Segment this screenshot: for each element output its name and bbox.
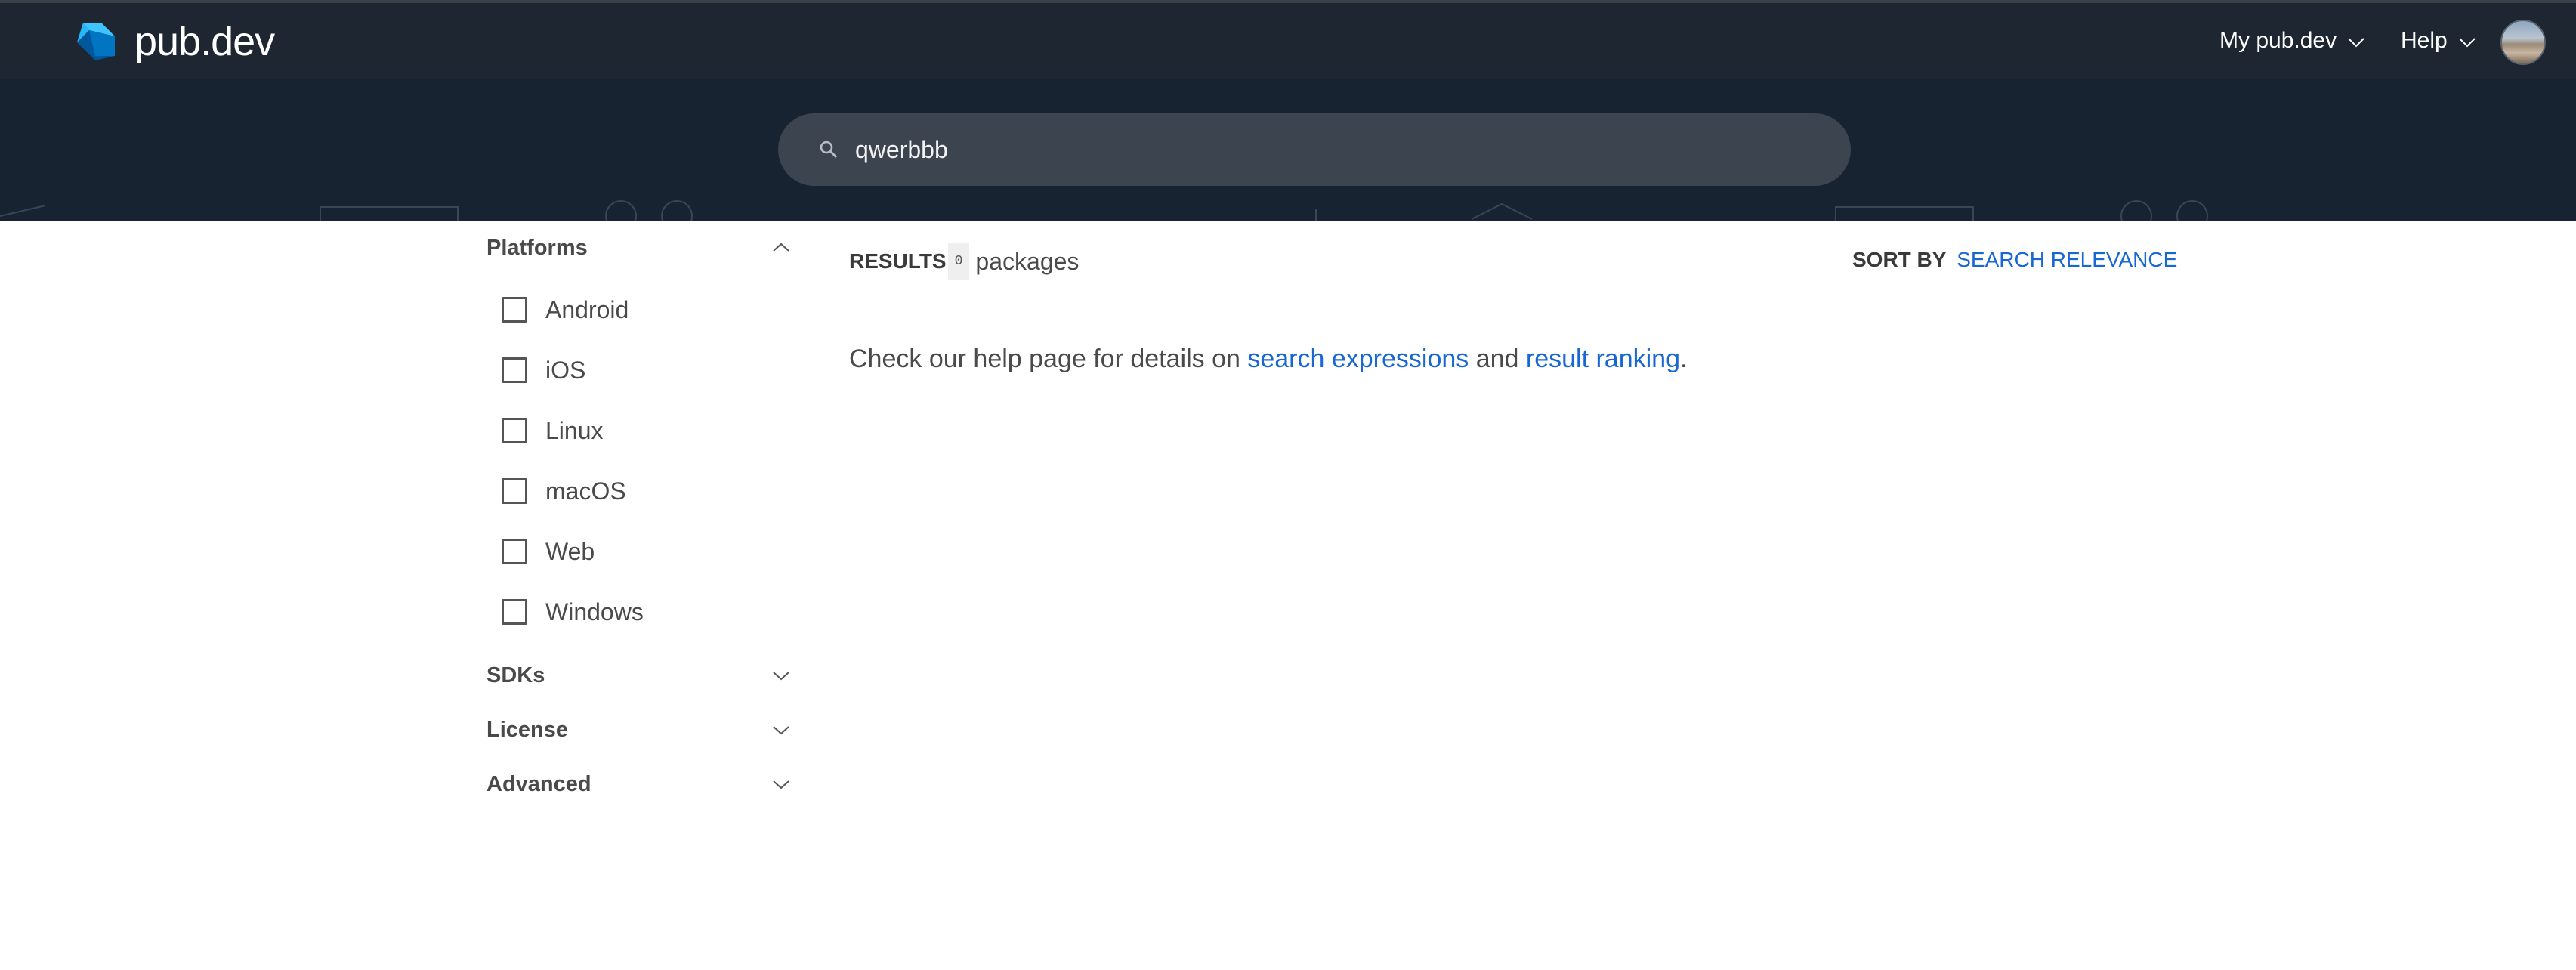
search-input[interactable] bbox=[854, 134, 1763, 165]
platform-label: macOS bbox=[545, 477, 626, 505]
help-text: and bbox=[1469, 344, 1526, 373]
help-text: Check our help page for details on bbox=[849, 344, 1248, 373]
search-banner bbox=[0, 79, 2576, 221]
filter-section-license[interactable]: License bbox=[486, 703, 792, 757]
user-avatar[interactable] bbox=[2500, 20, 2546, 65]
checkbox[interactable] bbox=[502, 478, 527, 504]
platform-label: Windows bbox=[545, 598, 644, 626]
filter-section-sdks[interactable]: SDKs bbox=[486, 648, 792, 703]
filter-section-title: Platforms bbox=[486, 235, 588, 260]
search-icon bbox=[820, 141, 837, 158]
platform-option-windows[interactable]: Windows bbox=[486, 582, 792, 642]
nav-help-label: Help bbox=[2401, 28, 2448, 53]
chevron-down-icon[interactable] bbox=[771, 665, 792, 686]
checkbox[interactable] bbox=[502, 599, 527, 625]
dart-logo-icon bbox=[77, 23, 115, 60]
filter-section-advanced[interactable]: Advanced bbox=[486, 757, 792, 811]
sort-label: SORT BY bbox=[1852, 248, 1947, 271]
nav-help[interactable]: Help bbox=[2401, 3, 2476, 79]
search-expressions-link[interactable]: search expressions bbox=[1247, 344, 1469, 373]
filter-sidebar: Platforms Android iOS Linux macOS Web Wi… bbox=[486, 221, 792, 811]
help-text: . bbox=[1680, 344, 1688, 373]
platform-option-macos[interactable]: macOS bbox=[486, 461, 792, 521]
sort-control[interactable]: SORT BY SEARCH RELEVANCE bbox=[1852, 248, 2177, 272]
platform-label: Linux bbox=[545, 416, 604, 444]
results-summary: RESULTS 0 packages bbox=[849, 243, 1079, 280]
top-navigation-bar: pub.dev My pub.dev Help bbox=[0, 0, 2576, 79]
platform-option-ios[interactable]: iOS bbox=[486, 340, 792, 400]
checkbox[interactable] bbox=[502, 357, 527, 383]
platform-options: Android iOS Linux macOS Web Windows bbox=[486, 275, 792, 642]
results-count: 0 bbox=[947, 243, 970, 280]
chevron-down-icon bbox=[2347, 28, 2365, 54]
platform-option-web[interactable]: Web bbox=[486, 521, 792, 582]
platform-label: Android bbox=[545, 295, 629, 323]
checkbox[interactable] bbox=[502, 539, 527, 564]
results-label: RESULTS bbox=[849, 249, 947, 273]
chevron-down-icon[interactable] bbox=[771, 774, 792, 795]
nav-my-pubdev[interactable]: My pub.dev bbox=[2219, 3, 2365, 79]
filter-section-title: Advanced bbox=[486, 771, 591, 796]
platform-label: Web bbox=[545, 537, 595, 565]
chevron-down-icon[interactable] bbox=[771, 719, 792, 740]
filter-section-title: SDKs bbox=[486, 663, 545, 687]
checkbox[interactable] bbox=[502, 297, 527, 323]
platform-option-android[interactable]: Android bbox=[486, 280, 792, 340]
chevron-down-icon bbox=[2458, 28, 2476, 54]
chevron-up-icon[interactable] bbox=[771, 237, 792, 258]
result-ranking-link[interactable]: result ranking bbox=[1526, 344, 1680, 373]
platform-label: iOS bbox=[545, 356, 586, 384]
sort-value[interactable]: SEARCH RELEVANCE bbox=[1957, 248, 2177, 271]
filter-section-platforms[interactable]: Platforms bbox=[486, 221, 792, 275]
filter-section-title: License bbox=[486, 717, 568, 742]
site-logo[interactable]: pub.dev bbox=[73, 18, 275, 65]
platform-option-linux[interactable]: Linux bbox=[486, 400, 792, 461]
help-message: Check our help page for details on searc… bbox=[849, 344, 1687, 374]
results-unit: packages bbox=[975, 247, 1080, 275]
checkbox[interactable] bbox=[502, 418, 527, 443]
search-box[interactable] bbox=[778, 113, 1851, 186]
nav-my-pubdev-label: My pub.dev bbox=[2219, 28, 2337, 53]
site-name: pub.dev bbox=[134, 19, 275, 64]
